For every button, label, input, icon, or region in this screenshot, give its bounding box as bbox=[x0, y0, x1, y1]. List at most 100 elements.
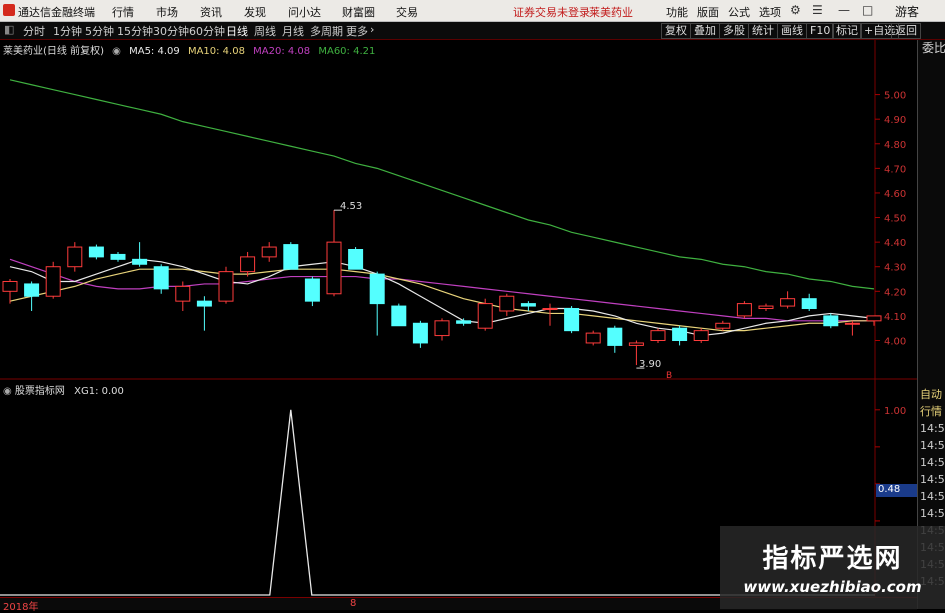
menu-item-news[interactable]: 资讯 bbox=[200, 4, 222, 20]
chart-area[interactable]: 5.00 4.90 4.80 4.70 4.60 4.50 4.40 4.30 4.20 4.10… bbox=[0, 40, 917, 597]
candle[interactable] bbox=[499, 293, 515, 316]
tick-time-item[interactable]: 14:50 bbox=[917, 420, 945, 437]
candle[interactable] bbox=[88, 244, 104, 260]
sidebar-item[interactable]: 委比 bbox=[920, 40, 945, 57]
period-tab-more[interactable]: 更多 bbox=[346, 23, 368, 39]
price-tick-label: 4.20 bbox=[884, 287, 906, 298]
f10-button[interactable]: F10 bbox=[806, 23, 835, 39]
candle[interactable] bbox=[24, 281, 40, 311]
back-button[interactable]: 返回 bbox=[891, 23, 921, 39]
tick-time-item[interactable]: 14:50 bbox=[917, 471, 945, 488]
candle[interactable] bbox=[477, 298, 493, 331]
indicator-value-box: 0.48 bbox=[876, 484, 918, 497]
mark-button[interactable]: 标记 bbox=[832, 23, 862, 39]
period-tab-5min[interactable]: 5分钟 bbox=[85, 23, 114, 39]
minimize-icon[interactable]: — bbox=[838, 3, 850, 17]
menu-item-discover[interactable]: 发现 bbox=[244, 4, 266, 20]
candle[interactable] bbox=[823, 313, 839, 329]
price-tick-label: 4.80 bbox=[884, 140, 906, 151]
collapse-icon[interactable]: ◧ bbox=[4, 23, 14, 36]
xg1-label: XG1: 0.00 bbox=[74, 386, 124, 397]
period-tab-intraday[interactable]: 分时 bbox=[23, 23, 45, 39]
candle[interactable] bbox=[283, 242, 299, 270]
maximize-icon[interactable]: □ bbox=[862, 3, 873, 17]
period-tab-30min[interactable]: 30分钟 bbox=[153, 23, 189, 39]
candle[interactable] bbox=[693, 328, 709, 343]
period-tab-60min[interactable]: 60分钟 bbox=[189, 23, 225, 39]
menu-item-market[interactable]: 市场 bbox=[156, 4, 178, 20]
period-tab-multi[interactable]: 多周期 bbox=[310, 23, 343, 39]
candle[interactable] bbox=[866, 315, 882, 326]
candle[interactable] bbox=[456, 318, 472, 326]
menu-item-quotes[interactable]: 行情 bbox=[112, 4, 134, 20]
candle[interactable] bbox=[175, 281, 191, 311]
candle[interactable] bbox=[736, 301, 752, 319]
candle[interactable] bbox=[585, 330, 601, 346]
price-tick-label: 4.60 bbox=[884, 189, 906, 200]
menu-item-trade[interactable]: 交易 bbox=[396, 4, 418, 20]
candle[interactable] bbox=[196, 296, 212, 331]
candle[interactable] bbox=[844, 320, 860, 336]
period-tab-monthly[interactable]: 月线 bbox=[282, 23, 304, 39]
tick-time-item[interactable]: 14:50 bbox=[917, 488, 945, 505]
candle[interactable] bbox=[240, 251, 256, 277]
candle[interactable] bbox=[672, 325, 688, 346]
more-chevron-icon[interactable]: › bbox=[370, 23, 374, 36]
candle[interactable] bbox=[650, 328, 666, 343]
candle[interactable] bbox=[780, 291, 796, 309]
draw-line-button[interactable]: 画线 bbox=[777, 23, 807, 39]
period-tab-weekly[interactable]: 周线 bbox=[254, 23, 276, 39]
menu-icon[interactable]: ☰ bbox=[812, 3, 823, 17]
candle[interactable] bbox=[434, 318, 450, 341]
tick-time-item[interactable]: 自动 bbox=[917, 386, 945, 403]
candle[interactable] bbox=[520, 301, 536, 311]
menu-item-xiaoda[interactable]: 问小达 bbox=[288, 4, 321, 20]
candle[interactable] bbox=[348, 247, 364, 270]
period-tab-15min[interactable]: 15分钟 bbox=[117, 23, 153, 39]
period-tab-daily[interactable]: 日线 bbox=[226, 23, 248, 39]
price-tick-label: 4.30 bbox=[884, 263, 906, 274]
tick-time-item[interactable]: 14:50 bbox=[917, 454, 945, 471]
period-tab-1min[interactable]: 1分钟 bbox=[53, 23, 82, 39]
gear-icon[interactable]: ◉ bbox=[3, 386, 12, 397]
tick-time-item[interactable]: 14:50 bbox=[917, 505, 945, 522]
app-name: 通达信金融终端 bbox=[18, 6, 95, 19]
adjust-button[interactable]: 复权 bbox=[661, 23, 691, 39]
candle[interactable] bbox=[67, 242, 83, 272]
stats-button[interactable]: 统计 bbox=[748, 23, 778, 39]
candle[interactable] bbox=[758, 303, 774, 311]
price-tick-label: 4.10 bbox=[884, 312, 906, 323]
menu-item-formula[interactable]: 公式 bbox=[728, 4, 750, 20]
candle[interactable] bbox=[715, 320, 731, 331]
multi-stock-button[interactable]: 多股 bbox=[719, 23, 749, 39]
candle[interactable] bbox=[153, 264, 169, 294]
menu-item-functions[interactable]: 功能 bbox=[666, 4, 688, 20]
candle[interactable] bbox=[45, 261, 61, 299]
price-tick-label: 5.00 bbox=[884, 91, 906, 102]
login-status[interactable]: 证券交易未登录 bbox=[513, 4, 590, 20]
candle[interactable] bbox=[304, 276, 320, 307]
menu-item-fortune[interactable]: 财富圈 bbox=[342, 4, 375, 20]
price-tick-label: 4.40 bbox=[884, 238, 906, 249]
settings-icon[interactable]: ⚙ bbox=[790, 3, 801, 17]
candle[interactable] bbox=[218, 266, 234, 304]
watermark-title: 指标严选网 bbox=[762, 544, 903, 574]
candle[interactable] bbox=[542, 303, 558, 326]
candle[interactable] bbox=[801, 293, 817, 311]
tick-time-item[interactable]: 14:50 bbox=[917, 437, 945, 454]
candle[interactable] bbox=[369, 271, 385, 336]
overlay-button[interactable]: 叠加 bbox=[690, 23, 720, 39]
menu-item-options[interactable]: 选项 bbox=[759, 4, 781, 20]
candle[interactable] bbox=[326, 210, 342, 297]
candle[interactable] bbox=[110, 251, 126, 262]
candle[interactable] bbox=[412, 320, 428, 348]
tick-time-item[interactable]: 行情 bbox=[917, 403, 945, 420]
candle[interactable] bbox=[132, 242, 148, 267]
candle[interactable] bbox=[564, 306, 580, 334]
guest-label[interactable]: 游客 bbox=[895, 3, 919, 20]
candle[interactable] bbox=[261, 242, 277, 262]
candle[interactable] bbox=[607, 325, 623, 353]
candle[interactable] bbox=[391, 303, 407, 327]
indicator-title: 股票指标网 bbox=[14, 386, 65, 397]
menu-item-layout[interactable]: 版面 bbox=[697, 4, 719, 20]
